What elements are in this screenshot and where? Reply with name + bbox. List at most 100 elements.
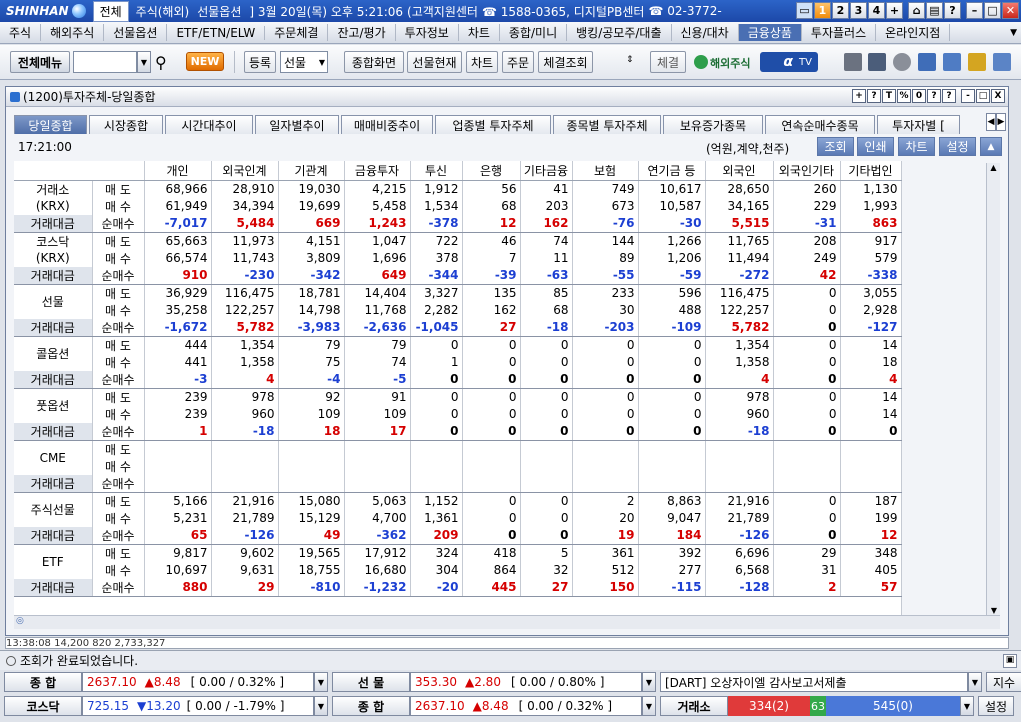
table-cell[interactable]: -20 — [410, 578, 463, 597]
table-cell[interactable]: 9,602 — [211, 544, 279, 562]
table-cell[interactable]: 5,782 — [705, 318, 774, 337]
table-cell[interactable]: 18 — [840, 353, 902, 371]
table-cell[interactable]: 5,458 — [344, 197, 411, 215]
futures-status-button[interactable]: 선물현재 — [407, 51, 462, 73]
alpha-tv-button[interactable]: α TV — [760, 52, 818, 72]
tab-1[interactable]: 시장종합 — [89, 115, 163, 134]
more-icon[interactable]: ⇕ — [626, 55, 634, 65]
table-cell[interactable]: 0 — [572, 405, 639, 423]
table-cell[interactable]: 0 — [410, 422, 463, 441]
screen-2-button[interactable]: 2 — [832, 2, 849, 19]
table-cell[interactable]: 445 — [462, 578, 521, 597]
table-cell[interactable]: 512 — [572, 561, 639, 579]
menu-item-3[interactable]: ETF/ETN/ELW — [167, 25, 266, 40]
table-cell[interactable]: 1,047 — [344, 232, 411, 250]
table-cell[interactable]: 0 — [638, 353, 706, 371]
all-menu-button[interactable]: 전체메뉴 — [10, 51, 70, 73]
table-cell[interactable] — [840, 440, 902, 458]
table-cell[interactable]: 910 — [144, 266, 212, 285]
table-cell[interactable]: 0 — [638, 388, 706, 406]
table-cell[interactable]: -344 — [410, 266, 463, 285]
scroll-up-icon[interactable]: ▲ — [987, 163, 1000, 172]
table-cell[interactable]: 1,912 — [410, 180, 463, 198]
chevron-down-icon[interactable]: ▼ — [314, 672, 328, 692]
table-cell[interactable]: 2,928 — [840, 301, 902, 319]
table-cell[interactable] — [278, 440, 345, 458]
table-cell[interactable]: 1 — [410, 353, 463, 371]
print-icon[interactable] — [844, 53, 862, 71]
table-cell[interactable]: 79 — [344, 336, 411, 354]
table-cell[interactable] — [211, 457, 279, 475]
table-cell[interactable] — [144, 474, 212, 493]
table-cell[interactable]: 0 — [520, 422, 573, 441]
table-cell[interactable]: 4 — [705, 370, 774, 389]
table-cell[interactable]: 16,680 — [344, 561, 411, 579]
table-cell[interactable]: -115 — [638, 578, 706, 597]
table-cell[interactable]: 209 — [410, 526, 463, 545]
table-cell[interactable]: -7,017 — [144, 214, 212, 233]
table-cell[interactable]: 418 — [462, 544, 521, 562]
table-cell[interactable]: 28,650 — [705, 180, 774, 198]
table-cell[interactable]: 0 — [462, 388, 521, 406]
column-header[interactable]: 금융투자 — [344, 161, 411, 181]
table-cell[interactable]: 0 — [572, 353, 639, 371]
table-cell[interactable]: 21,916 — [705, 492, 774, 510]
table-cell[interactable]: 11,765 — [705, 232, 774, 250]
gear-icon[interactable] — [893, 53, 911, 71]
table-cell[interactable] — [773, 440, 841, 458]
new-badge[interactable]: NEW — [186, 52, 224, 71]
table-cell[interactable]: 10,697 — [144, 561, 212, 579]
table-cell[interactable]: 36,929 — [144, 284, 212, 302]
table-cell[interactable]: 441 — [144, 353, 212, 371]
close-icon[interactable]: ✕ — [1002, 2, 1019, 19]
table-cell[interactable]: 0 — [773, 422, 841, 441]
table-cell[interactable]: 19 — [572, 526, 639, 545]
calculator-icon[interactable] — [868, 53, 886, 71]
column-header[interactable]: 외국인기타 — [773, 161, 841, 181]
table-cell[interactable]: 260 — [773, 180, 841, 198]
table-cell[interactable] — [410, 457, 463, 475]
table-cell[interactable]: 233 — [572, 284, 639, 302]
column-header[interactable]: 기타법인 — [840, 161, 902, 181]
table-cell[interactable] — [462, 440, 521, 458]
table-cell[interactable] — [572, 457, 639, 475]
menu-item-5[interactable]: 잔고/평가 — [328, 24, 396, 41]
table-cell[interactable]: 749 — [572, 180, 639, 198]
table-cell[interactable]: 444 — [144, 336, 212, 354]
column-header[interactable]: 투신 — [410, 161, 463, 181]
table-cell[interactable]: 1,361 — [410, 509, 463, 527]
table-cell[interactable]: 1,130 — [840, 180, 902, 198]
table-cell[interactable]: 304 — [410, 561, 463, 579]
table-cell[interactable] — [278, 457, 345, 475]
table-cell[interactable]: 46 — [462, 232, 521, 250]
table-cell[interactable]: 10,587 — [638, 197, 706, 215]
table-cell[interactable]: 56 — [462, 180, 521, 198]
table-cell[interactable]: 0 — [520, 526, 573, 545]
table-cell[interactable]: 0 — [840, 422, 902, 441]
index-button[interactable]: 지수 — [986, 672, 1021, 692]
table-cell[interactable]: 0 — [520, 370, 573, 389]
help-icon[interactable]: ? — [944, 2, 961, 19]
settings-button[interactable]: 설정 — [978, 696, 1014, 716]
menu-item-7[interactable]: 차트 — [459, 24, 500, 41]
screen-1-button[interactable]: 1 — [814, 2, 831, 19]
table-cell[interactable]: 5,484 — [211, 214, 279, 233]
column-header[interactable]: 개인 — [144, 161, 212, 181]
table-cell[interactable]: 596 — [638, 284, 706, 302]
table-cell[interactable]: 348 — [840, 544, 902, 562]
chevron-down-icon[interactable]: ▼ — [968, 672, 982, 692]
table-cell[interactable]: 405 — [840, 561, 902, 579]
tab-0[interactable]: 당일종합 — [14, 115, 87, 134]
table-cell[interactable]: 0 — [410, 370, 463, 389]
table-cell[interactable]: 184 — [638, 526, 706, 545]
table-cell[interactable]: 392 — [638, 544, 706, 562]
table-cell[interactable]: 3,809 — [278, 249, 345, 267]
table-cell[interactable]: -3 — [144, 370, 212, 389]
table-cell[interactable]: 85 — [520, 284, 573, 302]
table-cell[interactable]: 74 — [344, 353, 411, 371]
table-cell[interactable]: 0 — [462, 492, 521, 510]
column-header[interactable]: 외국인 — [705, 161, 774, 181]
table-cell[interactable]: 27 — [462, 318, 521, 337]
column-header[interactable]: 기타금융 — [520, 161, 573, 181]
table-cell[interactable]: 9,817 — [144, 544, 212, 562]
